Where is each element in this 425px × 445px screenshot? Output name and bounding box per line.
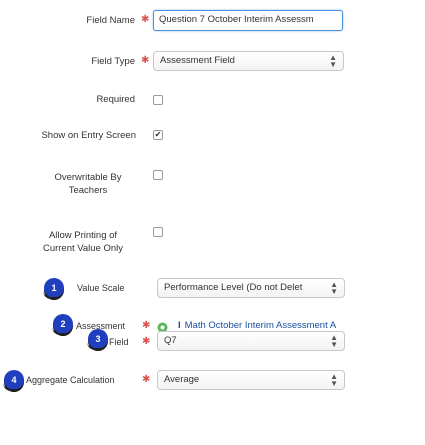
field-required-icon: ✱: [142, 336, 151, 347]
show-on-entry-checkbox[interactable]: ✔: [153, 130, 163, 140]
chevron-updown-icon: ▲ ▼: [330, 372, 338, 388]
value-scale-label: Value Scale: [77, 283, 125, 293]
field-type-select[interactable]: Assessment Field ▲ ▼: [153, 51, 344, 71]
aggregate-required-icon: ✱: [142, 374, 151, 385]
allow-printing-label-line2: Current Value Only: [42, 243, 124, 254]
field-label: Field: [109, 337, 129, 347]
callout-swoosh-3: [87, 342, 107, 350]
field-type-label: Field Type: [91, 56, 135, 67]
aggregate-select[interactable]: Average ▲ ▼: [157, 370, 345, 390]
value-scale-select[interactable]: Performance Level (Do not Delet ▲ ▼: [157, 278, 345, 298]
assessment-required-icon: ✱: [142, 320, 151, 331]
assessment-link-text: Math October Interim Assessment A: [184, 320, 337, 331]
allow-printing-label-line1: Allow Printing of: [48, 230, 118, 241]
gear-icon[interactable]: [157, 320, 168, 333]
chevron-updown-icon: ▲ ▼: [329, 53, 337, 69]
show-on-entry-label: Show on Entry Screen: [41, 130, 136, 141]
field-name-required-icon: ✱: [141, 14, 150, 25]
field-type-select-value: Assessment Field: [160, 55, 235, 66]
required-checkbox[interactable]: [153, 95, 163, 105]
overwritable-checkbox[interactable]: [153, 170, 163, 180]
allow-printing-label: Allow Printing of Current Value Only: [30, 229, 136, 255]
value-scale-select-value: Performance Level (Do not Delet: [164, 282, 303, 293]
allow-printing-checkbox[interactable]: [153, 227, 163, 237]
assessment-label: Assessment: [76, 321, 126, 331]
field-select[interactable]: Q7 ▲ ▼: [157, 331, 345, 351]
chevron-updown-icon: ▲ ▼: [330, 333, 338, 349]
chevron-updown-icon: ▲ ▼: [330, 280, 338, 296]
callout-swoosh-4: [3, 383, 23, 391]
field-type-required-icon: ✱: [141, 55, 150, 66]
assessment-link-prefix: I: [178, 320, 181, 331]
aggregate-label: Aggregate Calculation: [26, 375, 115, 385]
overwritable-label-line1: Overwritable By: [54, 172, 122, 183]
overwritable-label: Overwritable By Teachers: [40, 171, 136, 197]
field-select-value: Q7: [164, 335, 177, 346]
field-name-input[interactable]: Question 7 October Interim Assessm: [153, 10, 343, 31]
aggregate-select-value: Average: [164, 374, 200, 385]
field-name-label: Field Name: [86, 15, 135, 26]
overwritable-label-line2: Teachers: [68, 185, 108, 196]
required-label: Required: [96, 94, 135, 105]
callout-swoosh-1: [43, 291, 63, 299]
callout-swoosh-2: [52, 327, 72, 335]
